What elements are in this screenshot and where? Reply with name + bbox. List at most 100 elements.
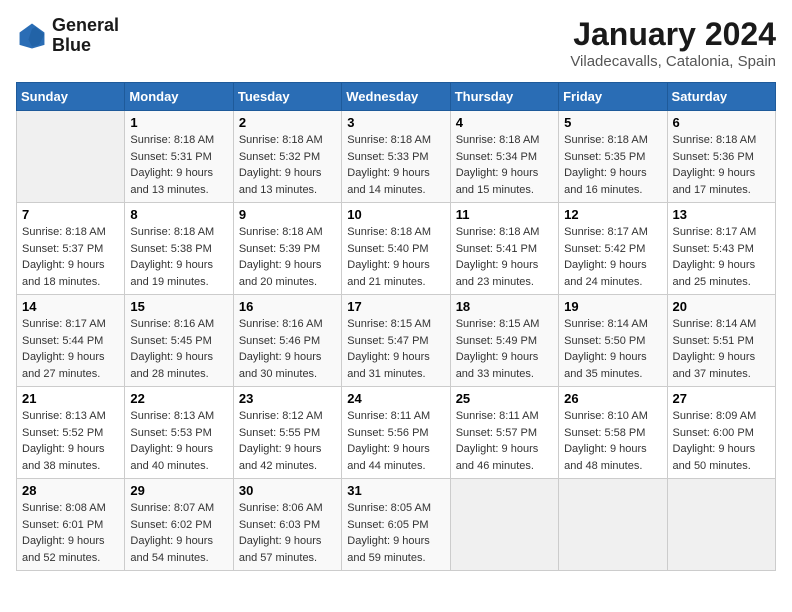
day-info: Sunrise: 8:14 AMSunset: 5:51 PMDaylight:… xyxy=(673,316,770,382)
calendar-cell xyxy=(559,479,667,571)
calendar-cell xyxy=(450,479,558,571)
calendar-cell: 30 Sunrise: 8:06 AMSunset: 6:03 PMDayligh… xyxy=(233,479,341,571)
calendar-cell xyxy=(17,111,125,203)
calendar-cell: 26Sunrise: 8:10 AMSunset: 5:58 PMDayligh… xyxy=(559,387,667,479)
calendar-table: SundayMondayTuesdayWednesdayThursdayFrid… xyxy=(16,82,776,571)
day-info: Sunrise: 8:09 AMSunset: 6:00 PMDaylight:… xyxy=(673,408,770,474)
calendar-cell: 14Sunrise: 8:17 AMSunset: 5:44 PMDayligh… xyxy=(17,295,125,387)
day-info: Sunrise: 8:18 AMSunset: 5:37 PMDaylight:… xyxy=(22,224,119,290)
day-info: Sunrise: 8:07 AMSunset: 6:02 PMDaylight:… xyxy=(130,500,227,566)
calendar-cell: 27 Sunrise: 8:09 AMSunset: 6:00 PMDayligh… xyxy=(667,387,775,479)
calendar-cell: 19 Sunrise: 8:14 AMSunset: 5:50 PMDayligh… xyxy=(559,295,667,387)
logo: General Blue xyxy=(16,16,119,56)
day-number: 15 xyxy=(130,299,227,314)
column-header-sunday: Sunday xyxy=(17,83,125,111)
day-info: Sunrise: 8:11 AMSunset: 5:56 PMDaylight:… xyxy=(347,408,444,474)
day-number: 20 xyxy=(673,299,770,314)
column-header-tuesday: Tuesday xyxy=(233,83,341,111)
calendar-week-row: 14Sunrise: 8:17 AMSunset: 5:44 PMDayligh… xyxy=(17,295,776,387)
day-info: Sunrise: 8:18 AMSunset: 5:35 PMDaylight:… xyxy=(564,132,661,198)
day-info: Sunrise: 8:12 AMSunset: 5:55 PMDaylight:… xyxy=(239,408,336,474)
day-info: Sunrise: 8:18 AMSunset: 5:36 PMDaylight:… xyxy=(673,132,770,198)
column-header-thursday: Thursday xyxy=(450,83,558,111)
calendar-cell: 8Sunrise: 8:18 AMSunset: 5:38 PMDaylight… xyxy=(125,203,233,295)
day-number: 1 xyxy=(130,115,227,130)
day-number: 8 xyxy=(130,207,227,222)
calendar-cell: 16 Sunrise: 8:16 AMSunset: 5:46 PMDayligh… xyxy=(233,295,341,387)
day-info: Sunrise: 8:18 AMSunset: 5:41 PMDaylight:… xyxy=(456,224,553,290)
logo-icon xyxy=(16,20,48,52)
day-info: Sunrise: 8:10 AMSunset: 5:58 PMDaylight:… xyxy=(564,408,661,474)
day-number: 19 xyxy=(564,299,661,314)
day-number: 16 xyxy=(239,299,336,314)
day-number: 31 xyxy=(347,483,444,498)
day-info: Sunrise: 8:06 AMSunset: 6:03 PMDaylight:… xyxy=(239,500,336,566)
day-number: 22 xyxy=(130,391,227,406)
day-info: Sunrise: 8:13 AMSunset: 5:52 PMDaylight:… xyxy=(22,408,119,474)
calendar-body: 1Sunrise: 8:18 AMSunset: 5:31 PMDaylight… xyxy=(17,111,776,571)
day-info: Sunrise: 8:11 AMSunset: 5:57 PMDaylight:… xyxy=(456,408,553,474)
title-block: January 2024 Viladecavalls, Catalonia, S… xyxy=(570,16,776,70)
calendar-cell: 29 Sunrise: 8:07 AMSunset: 6:02 PMDayligh… xyxy=(125,479,233,571)
day-number: 3 xyxy=(347,115,444,130)
day-info: Sunrise: 8:14 AMSunset: 5:50 PMDaylight:… xyxy=(564,316,661,382)
column-header-friday: Friday xyxy=(559,83,667,111)
calendar-cell: 15Sunrise: 8:16 AMSunset: 5:45 PMDayligh… xyxy=(125,295,233,387)
calendar-cell: 28Sunrise: 8:08 AMSunset: 6:01 PMDayligh… xyxy=(17,479,125,571)
day-number: 28 xyxy=(22,483,119,498)
calendar-cell: 25 Sunrise: 8:11 AMSunset: 5:57 PMDayligh… xyxy=(450,387,558,479)
calendar-subtitle: Viladecavalls, Catalonia, Spain xyxy=(570,53,776,70)
calendar-cell: 1Sunrise: 8:18 AMSunset: 5:31 PMDaylight… xyxy=(125,111,233,203)
day-number: 18 xyxy=(456,299,553,314)
day-number: 30 xyxy=(239,483,336,498)
day-number: 10 xyxy=(347,207,444,222)
logo-text: General Blue xyxy=(52,16,119,56)
day-number: 4 xyxy=(456,115,553,130)
calendar-cell: 5Sunrise: 8:18 AMSunset: 5:35 PMDaylight… xyxy=(559,111,667,203)
calendar-cell: 23 Sunrise: 8:12 AMSunset: 5:55 PMDayligh… xyxy=(233,387,341,479)
calendar-cell: 31 Sunrise: 8:05 AMSunset: 6:05 PMDayligh… xyxy=(342,479,450,571)
calendar-week-row: 1Sunrise: 8:18 AMSunset: 5:31 PMDaylight… xyxy=(17,111,776,203)
day-info: Sunrise: 8:18 AMSunset: 5:39 PMDaylight:… xyxy=(239,224,336,290)
calendar-cell: 17 Sunrise: 8:15 AMSunset: 5:47 PMDayligh… xyxy=(342,295,450,387)
page-header: General Blue January 2024 Viladecavalls,… xyxy=(16,16,776,70)
calendar-cell: 2Sunrise: 8:18 AMSunset: 5:32 PMDaylight… xyxy=(233,111,341,203)
calendar-title: January 2024 xyxy=(570,16,776,53)
day-info: Sunrise: 8:18 AMSunset: 5:34 PMDaylight:… xyxy=(456,132,553,198)
day-number: 7 xyxy=(22,207,119,222)
day-info: Sunrise: 8:15 AMSunset: 5:49 PMDaylight:… xyxy=(456,316,553,382)
calendar-header: SundayMondayTuesdayWednesdayThursdayFrid… xyxy=(17,83,776,111)
day-info: Sunrise: 8:05 AMSunset: 6:05 PMDaylight:… xyxy=(347,500,444,566)
calendar-week-row: 21 Sunrise: 8:13 AMSunset: 5:52 PMDayligh… xyxy=(17,387,776,479)
day-number: 27 xyxy=(673,391,770,406)
column-header-wednesday: Wednesday xyxy=(342,83,450,111)
day-number: 6 xyxy=(673,115,770,130)
column-header-monday: Monday xyxy=(125,83,233,111)
calendar-cell: 20 Sunrise: 8:14 AMSunset: 5:51 PMDayligh… xyxy=(667,295,775,387)
calendar-cell: 10 Sunrise: 8:18 AMSunset: 5:40 PMDayligh… xyxy=(342,203,450,295)
day-number: 17 xyxy=(347,299,444,314)
day-info: Sunrise: 8:15 AMSunset: 5:47 PMDaylight:… xyxy=(347,316,444,382)
column-header-saturday: Saturday xyxy=(667,83,775,111)
day-info: Sunrise: 8:16 AMSunset: 5:46 PMDaylight:… xyxy=(239,316,336,382)
day-number: 11 xyxy=(456,207,553,222)
day-number: 25 xyxy=(456,391,553,406)
day-info: Sunrise: 8:18 AMSunset: 5:33 PMDaylight:… xyxy=(347,132,444,198)
day-info: Sunrise: 8:17 AMSunset: 5:42 PMDaylight:… xyxy=(564,224,661,290)
day-number: 29 xyxy=(130,483,227,498)
calendar-cell: 9Sunrise: 8:18 AMSunset: 5:39 PMDaylight… xyxy=(233,203,341,295)
day-info: Sunrise: 8:17 AMSunset: 5:43 PMDaylight:… xyxy=(673,224,770,290)
calendar-cell: 7 Sunrise: 8:18 AMSunset: 5:37 PMDaylight… xyxy=(17,203,125,295)
calendar-cell: 4 Sunrise: 8:18 AMSunset: 5:34 PMDaylight… xyxy=(450,111,558,203)
day-number: 23 xyxy=(239,391,336,406)
header-row: SundayMondayTuesdayWednesdayThursdayFrid… xyxy=(17,83,776,111)
calendar-cell: 11 Sunrise: 8:18 AMSunset: 5:41 PMDayligh… xyxy=(450,203,558,295)
day-info: Sunrise: 8:18 AMSunset: 5:40 PMDaylight:… xyxy=(347,224,444,290)
calendar-week-row: 28Sunrise: 8:08 AMSunset: 6:01 PMDayligh… xyxy=(17,479,776,571)
calendar-cell: 6 Sunrise: 8:18 AMSunset: 5:36 PMDaylight… xyxy=(667,111,775,203)
day-number: 21 xyxy=(22,391,119,406)
calendar-cell: 12Sunrise: 8:17 AMSunset: 5:42 PMDayligh… xyxy=(559,203,667,295)
calendar-cell: 24Sunrise: 8:11 AMSunset: 5:56 PMDayligh… xyxy=(342,387,450,479)
calendar-cell: 3 Sunrise: 8:18 AMSunset: 5:33 PMDaylight… xyxy=(342,111,450,203)
calendar-cell: 21 Sunrise: 8:13 AMSunset: 5:52 PMDayligh… xyxy=(17,387,125,479)
